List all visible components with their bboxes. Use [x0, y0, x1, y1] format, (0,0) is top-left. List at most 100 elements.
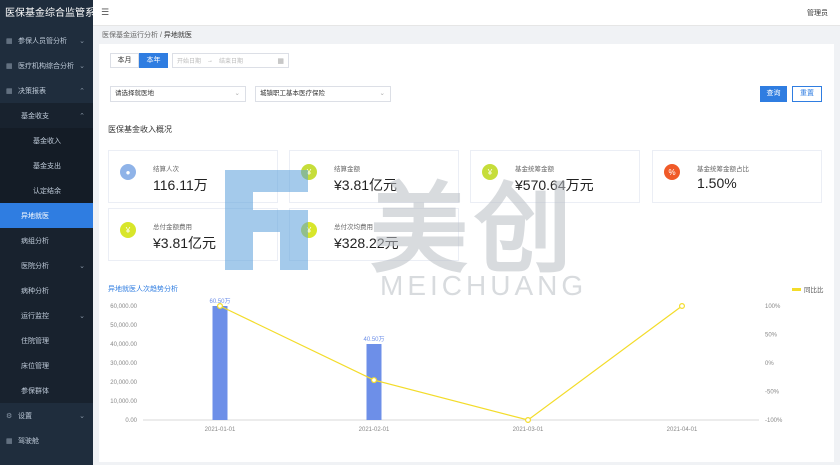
- chevron-down-icon: ⌄: [79, 62, 85, 70]
- sidebar-item-label: 驾驶舱: [18, 437, 39, 445]
- period-year-button[interactable]: 本年: [139, 53, 168, 68]
- sidebar-item[interactable]: 住院管理: [0, 328, 93, 353]
- region-select[interactable]: 请选择就医地 ⌄: [110, 86, 246, 102]
- sidebar-item-label: 床位管理: [21, 362, 49, 370]
- sidebar-item-label: 基金支出: [33, 162, 61, 170]
- app-title: 医保基金综合监管系统: [0, 0, 93, 28]
- sidebar-item[interactable]: ▦ 参保人员管分析 ⌄: [0, 28, 93, 53]
- chevron-down-icon: ⌄: [79, 412, 85, 420]
- chart-title: 异地就医人次趋势分析: [108, 286, 178, 293]
- y-left-tick-label: 30,000.00: [110, 361, 137, 367]
- stat-card: % 基金统筹金额占比 1.50%: [652, 150, 822, 203]
- bar: [212, 306, 228, 420]
- sidebar-item-label: 病种分析: [21, 287, 49, 295]
- stat-card: ¥ 总付次均费用 ¥328.22元: [289, 208, 459, 261]
- y-right-tick-label: 50%: [765, 333, 778, 339]
- line-point: [678, 303, 685, 310]
- insurance-type-select[interactable]: 城镇职工基本医疗保险 ⌄: [255, 86, 391, 102]
- money-bag-icon: ¥: [120, 222, 136, 238]
- sidebar-item-label: 参保群体: [21, 387, 49, 395]
- y-right-tick-label: 100%: [765, 304, 781, 310]
- sidebar-item[interactable]: 基金收入: [0, 128, 93, 153]
- chart-legend[interactable]: 同比比: [792, 284, 824, 294]
- x-tick-label: 2021-04-01: [667, 427, 698, 433]
- grid-icon: ▦: [6, 87, 13, 95]
- y-left-tick-label: 0.00: [125, 418, 137, 424]
- sidebar-item[interactable]: ⚙ 设置 ⌄: [0, 403, 93, 428]
- stat-card: ● 结算人次 116.11万: [108, 150, 278, 203]
- sidebar-item[interactable]: 医院分析 ⌄: [0, 253, 93, 278]
- money-bag-icon: ¥: [482, 164, 498, 180]
- date-end-input[interactable]: 结束日期: [219, 56, 243, 65]
- sidebar-item[interactable]: 认定结余: [0, 178, 93, 203]
- y-left-tick-label: 10,000.00: [110, 399, 137, 405]
- percent-icon: %: [664, 164, 680, 180]
- stat-card-label: 结算金额: [334, 166, 360, 173]
- x-tick-label: 2021-01-01: [205, 427, 236, 433]
- stat-card-value: ¥3.81亿元: [334, 177, 398, 193]
- reset-button[interactable]: 重置: [792, 86, 822, 102]
- grid-icon: ▦: [6, 62, 13, 70]
- calendar-icon: ▦: [277, 57, 284, 65]
- sidebar: 医保基金综合监管系统 ▦参保人员管分析⌄▦医疗机构综合分析⌄▦决策报表⌃基金收支…: [0, 0, 93, 465]
- sidebar-item-label: 住院管理: [21, 337, 49, 345]
- sidebar-item-label: 运行监控: [21, 312, 49, 320]
- breadcrumb-parent[interactable]: 医保基金运行分析: [102, 32, 158, 39]
- chevron-down-icon: ⌄: [79, 312, 85, 320]
- trend-chart: 0.00 10,000.00 20,000.00 30,000.00 40,000.00…: [110, 298, 783, 433]
- sidebar-item-label: 医院分析: [21, 262, 49, 270]
- x-tick-label: 2021-03-01: [513, 427, 544, 433]
- x-tick-label: 2021-02-01: [359, 427, 390, 433]
- breadcrumb-current: 异地就医: [163, 32, 192, 39]
- money-bag-icon: ¥: [301, 164, 317, 180]
- gear-icon: ⚙: [6, 412, 13, 420]
- sidebar-item[interactable]: 异地就医: [0, 203, 93, 228]
- sidebar-item[interactable]: 床位管理: [0, 353, 93, 378]
- sidebar-item[interactable]: 参保群体: [0, 378, 93, 403]
- stat-card: ¥ 结算金额 ¥3.81亿元: [289, 150, 459, 203]
- date-start-input[interactable]: 开始日期: [177, 56, 201, 65]
- chevron-down-icon: ⌄: [79, 262, 85, 270]
- money-bag-icon: ¥: [301, 222, 317, 238]
- user-icon: ●: [120, 164, 136, 180]
- period-month-button[interactable]: 本月: [110, 53, 139, 68]
- sidebar-item[interactable]: ▦ 驾驶舱: [0, 428, 93, 453]
- line-point: [525, 416, 532, 423]
- sidebar-item-label: 基金收支: [21, 112, 49, 120]
- date-range-picker[interactable]: 开始日期 → 结束日期 ▦: [172, 53, 289, 68]
- hamburger-icon[interactable]: ☰: [101, 7, 109, 18]
- user-menu[interactable]: 管理员: [807, 8, 828, 18]
- sidebar-item-label: 设置: [18, 412, 32, 420]
- stat-card-value: ¥570.64万元: [515, 177, 594, 193]
- grid-icon: ▦: [6, 437, 13, 445]
- query-button[interactable]: 查询: [760, 86, 787, 102]
- sidebar-item[interactable]: 病组分析: [0, 228, 93, 253]
- sidebar-item[interactable]: 病种分析: [0, 278, 93, 303]
- y-right-tick-label: -100%: [765, 418, 783, 424]
- stat-card: ¥ 总付金额费用 ¥3.81亿元: [108, 208, 278, 261]
- sidebar-item-label: 参保人员管分析: [18, 37, 67, 45]
- sidebar-item[interactable]: ▦ 决策报表 ⌃: [0, 78, 93, 103]
- breadcrumb: 医保基金运行分析 / 异地就医: [102, 30, 192, 40]
- sidebar-item-label: 病组分析: [21, 237, 49, 245]
- sidebar-item[interactable]: 基金收支 ⌃: [0, 103, 93, 128]
- chevron-up-icon: ⌃: [79, 87, 85, 95]
- stat-card: ¥ 基金统筹金额 ¥570.64万元: [470, 150, 640, 203]
- region-select-value: 请选择就医地: [115, 90, 154, 97]
- y-left-tick-label: 20,000.00: [110, 380, 137, 386]
- legend-swatch: [792, 287, 801, 291]
- sidebar-item-label: 决策报表: [18, 87, 46, 95]
- line-series: [219, 305, 683, 421]
- stat-card-label: 基金统筹金额: [515, 166, 554, 173]
- sidebar-item[interactable]: 基金支出: [0, 153, 93, 178]
- sidebar-item[interactable]: ▦ 医疗机构综合分析 ⌄: [0, 53, 93, 78]
- y-right-tick-label: -50%: [765, 390, 780, 396]
- stat-card-value: ¥328.22元: [334, 235, 399, 251]
- sidebar-item-label: 基金收入: [33, 137, 61, 145]
- stat-card-label: 结算人次: [153, 166, 179, 173]
- line-point: [371, 377, 378, 384]
- chevron-down-icon: ⌄: [379, 90, 385, 97]
- sidebar-item[interactable]: 运行监控 ⌄: [0, 303, 93, 328]
- sidebar-item-label: 异地就医: [21, 212, 49, 220]
- y-right-tick-label: 0%: [765, 361, 774, 367]
